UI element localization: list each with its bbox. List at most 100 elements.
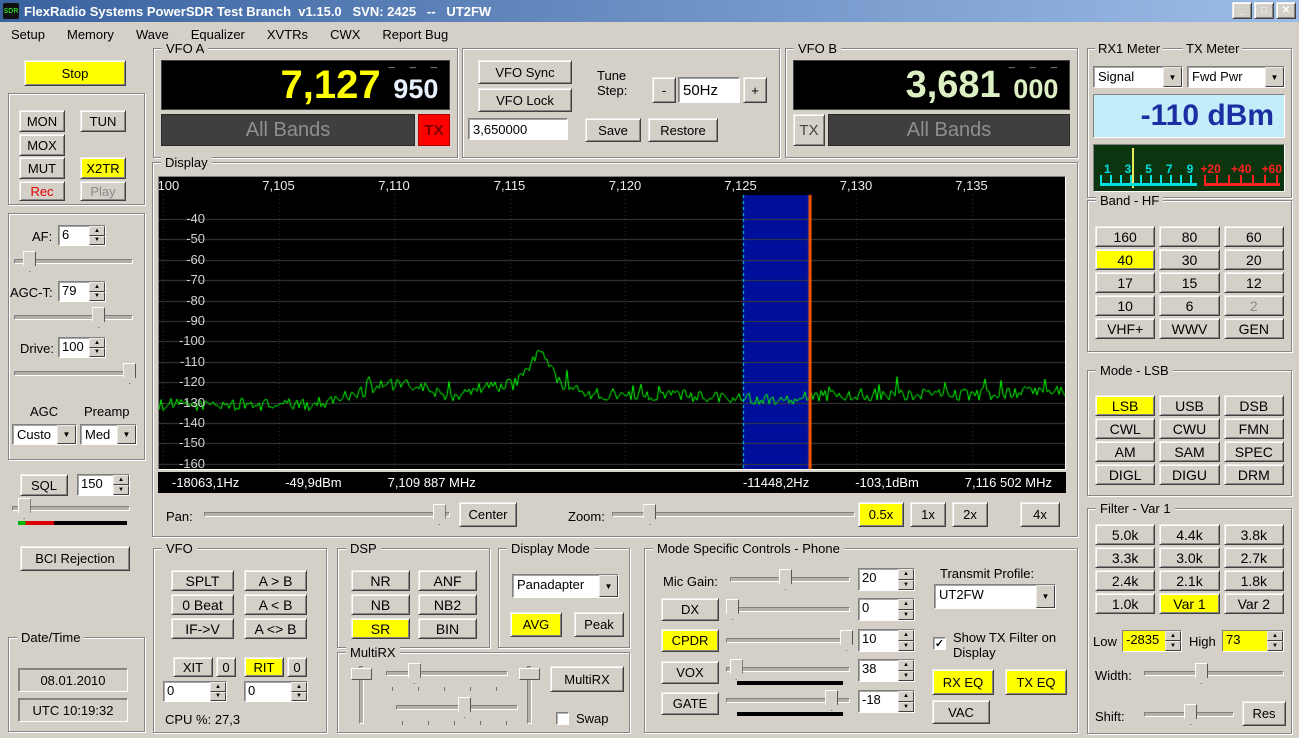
zoom-0-5x-button[interactable]: 0.5x [858, 502, 904, 527]
af-slider[interactable] [14, 250, 133, 272]
filter-button-2-1k[interactable]: 2.1k [1159, 570, 1220, 591]
cpdr-button[interactable]: CPDR [661, 629, 719, 652]
band-button-wwv[interactable]: WWV [1159, 318, 1220, 339]
spectrum-canvas[interactable] [159, 177, 1065, 469]
gate-spinner[interactable]: -18 ▲ ▼ [858, 690, 915, 713]
menu-item-xvtrs[interactable]: XVTRs [256, 22, 319, 48]
vac-button[interactable]: VAC [932, 700, 990, 724]
vfo-buttons-button-if-v[interactable]: IF->V [171, 618, 234, 639]
restore-button[interactable]: Restore [648, 118, 718, 142]
zoom-4x-button[interactable]: 4x [1020, 502, 1060, 527]
tun-button[interactable]: TUN [80, 110, 126, 132]
mic-gain-spinner-up-icon[interactable]: ▲ [898, 569, 914, 580]
gate-spinner-value[interactable]: -18 [859, 691, 898, 712]
cpdr-spinner[interactable]: 10 ▲ ▼ [858, 629, 915, 652]
drive-spinner-down-icon[interactable]: ▼ [89, 347, 105, 357]
af-spinner-value[interactable]: 6 [59, 226, 89, 245]
transmit-profile-dropdown-arrow-icon[interactable]: ▼ [1036, 585, 1055, 608]
dx-button[interactable]: DX [661, 598, 719, 621]
filter-button-3-0k[interactable]: 3.0k [1159, 547, 1220, 568]
cpdr-slider[interactable] [726, 629, 854, 651]
vfo-lock-button[interactable]: VFO Lock [478, 88, 572, 112]
menu-item-setup[interactable]: Setup [0, 22, 56, 48]
band-button-12[interactable]: 12 [1223, 272, 1284, 293]
menu-item-cwx[interactable]: CWX [319, 22, 371, 48]
mode-button-lsb[interactable]: LSB [1095, 395, 1156, 416]
xit-value-spinner[interactable]: 0 ▲ ▼ [163, 681, 227, 702]
dx-spinner-value[interactable]: 0 [859, 599, 898, 620]
display-mode-dropdown[interactable]: Panadapter ▼ [512, 574, 619, 598]
mode-button-sam[interactable]: SAM [1159, 441, 1220, 462]
x2tr-button[interactable]: X2TR [80, 157, 126, 179]
band-button-20[interactable]: 20 [1223, 249, 1284, 270]
avg-button[interactable]: AVG [510, 612, 562, 637]
vfo-b-main-digits[interactable]: 3,681 [906, 66, 1001, 104]
save-button[interactable]: Save [585, 118, 641, 142]
memory-frequency-input[interactable]: 3,650000 [468, 118, 568, 140]
rx-eq-button[interactable]: RX EQ [932, 669, 994, 695]
filter-button-4-4k[interactable]: 4.4k [1159, 524, 1220, 545]
filter-low-spinner-up-icon[interactable]: ▲ [1165, 631, 1181, 641]
vfo-a-small-digits[interactable]: 950 [393, 75, 438, 103]
mode-button-drm[interactable]: DRM [1223, 464, 1284, 485]
band-button-60[interactable]: 60 [1223, 226, 1284, 247]
filter-width-slider[interactable] [1144, 662, 1284, 684]
vfo-a-band-bar[interactable]: All Bands [161, 114, 415, 146]
filter-button-1-8k[interactable]: 1.8k [1223, 570, 1284, 591]
dx-spinner-down-icon[interactable]: ▼ [898, 609, 914, 620]
mode-button-am[interactable]: AM [1095, 441, 1156, 462]
sql-spinner[interactable]: 150 ▲ ▼ [77, 474, 130, 496]
minimize-button[interactable]: _ [1232, 2, 1252, 19]
band-button-vhf[interactable]: VHF+ [1095, 318, 1156, 339]
agct-spinner-down-icon[interactable]: ▼ [89, 291, 105, 301]
band-button-10[interactable]: 10 [1095, 295, 1156, 316]
vfo-buttons-button-a-b[interactable]: A > B [244, 570, 307, 591]
agc-dropdown-arrow-icon[interactable]: ▼ [57, 425, 76, 444]
peak-button[interactable]: Peak [574, 612, 624, 637]
filter-button-3-8k[interactable]: 3.8k [1223, 524, 1284, 545]
sql-spinner-value[interactable]: 150 [78, 475, 113, 495]
filter-low-spinner-down-icon[interactable]: ▼ [1165, 641, 1181, 651]
gate-spinner-down-icon[interactable]: ▼ [898, 701, 914, 712]
maximize-button[interactable]: □ [1254, 2, 1274, 19]
rit-value-spinner-value[interactable]: 0 [245, 682, 291, 701]
cpdr-spinner-value[interactable]: 10 [859, 630, 898, 651]
filter-high-spinner-down-icon[interactable]: ▼ [1267, 641, 1283, 651]
preamp-dropdown-arrow-icon[interactable]: ▼ [117, 425, 136, 444]
filter-button-2-4k[interactable]: 2.4k [1095, 570, 1156, 591]
zoom-2x-button[interactable]: 2x [952, 502, 988, 527]
vfo-a-main-digits[interactable]: 7,127 [281, 65, 381, 105]
band-button-gen[interactable]: GEN [1223, 318, 1284, 339]
vfo-buttons-button-splt[interactable]: SPLT [171, 570, 234, 591]
mode-button-digu[interactable]: DIGU [1159, 464, 1220, 485]
rit-zero-button[interactable]: 0 [287, 657, 307, 677]
dx-slider[interactable] [725, 598, 850, 620]
filter-low-spinner-value[interactable]: -2835 [1123, 631, 1165, 651]
band-button-2[interactable]: 2 [1223, 295, 1284, 316]
drive-spinner-value[interactable]: 100 [59, 338, 89, 357]
vox-spinner-down-icon[interactable]: ▼ [898, 670, 914, 681]
rit-value-spinner-up-icon[interactable]: ▲ [291, 682, 307, 692]
bci-rejection-button[interactable]: BCI Rejection [20, 546, 130, 571]
vfo-sync-button[interactable]: VFO Sync [478, 60, 572, 84]
vfo-b-band-bar[interactable]: All Bands [828, 114, 1070, 146]
band-button-6[interactable]: 6 [1159, 295, 1220, 316]
cpdr-spinner-down-icon[interactable]: ▼ [898, 640, 914, 651]
drive-spinner[interactable]: 100 ▲ ▼ [58, 337, 106, 358]
menu-item-memory[interactable]: Memory [56, 22, 125, 48]
vfo-a-frequency-display[interactable]: 7,127 ¯ ¯ ¯ 950 [161, 60, 450, 110]
drive-slider[interactable] [14, 362, 137, 384]
filter-button-2-7k[interactable]: 2.7k [1223, 547, 1284, 568]
af-spinner-up-icon[interactable]: ▲ [89, 226, 105, 236]
zoom-slider[interactable] [612, 503, 855, 525]
xit-value-spinner-up-icon[interactable]: ▲ [210, 682, 226, 692]
agct-spinner-up-icon[interactable]: ▲ [89, 282, 105, 292]
gate-spinner-up-icon[interactable]: ▲ [898, 691, 914, 702]
mic-gain-spinner[interactable]: 20 ▲ ▼ [858, 568, 915, 591]
tune-step-up-button[interactable]: + [743, 77, 767, 103]
mode-button-cwl[interactable]: CWL [1095, 418, 1156, 439]
band-button-160[interactable]: 160 [1095, 226, 1156, 247]
agct-spinner-value[interactable]: 79 [59, 282, 89, 301]
zoom-1x-button[interactable]: 1x [910, 502, 946, 527]
transmit-profile-dropdown[interactable]: UT2FW ▼ [934, 584, 1056, 609]
